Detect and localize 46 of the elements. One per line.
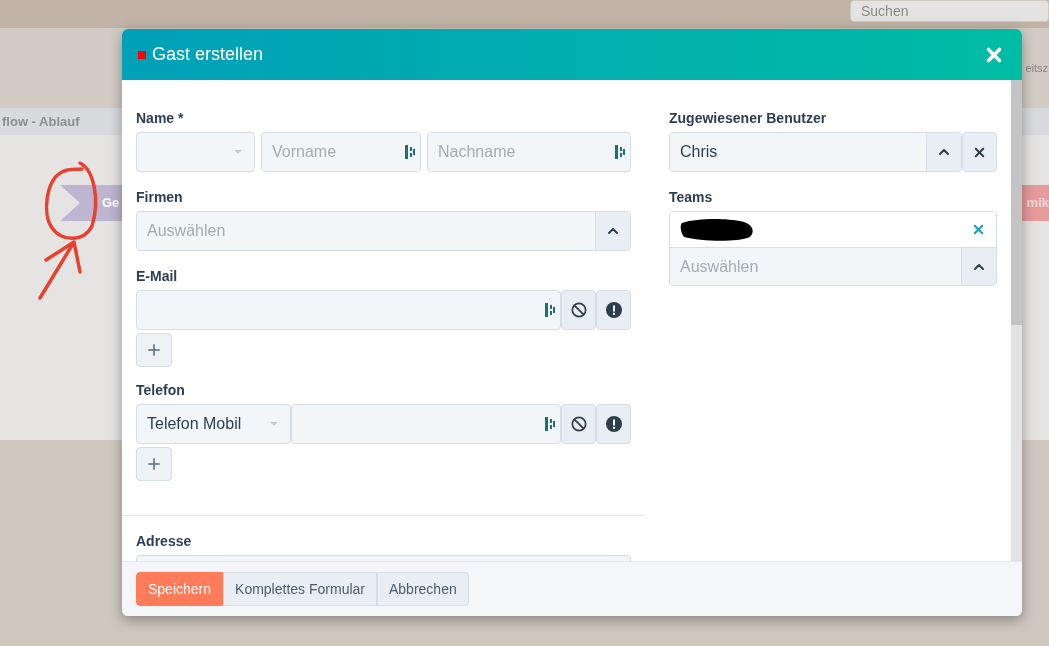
exclamation-icon: [605, 302, 622, 318]
select-placeholder: Auswählen: [146, 221, 227, 241]
square-icon: [138, 50, 146, 59]
field-label: Teams: [669, 190, 714, 204]
select-value: Chris: [679, 142, 719, 162]
section-title: flow - Ablauf: [2, 112, 80, 131]
block-icon: [570, 302, 587, 318]
caret-icon: [270, 422, 278, 426]
search-field[interactable]: Suchen: [850, 0, 1049, 22]
footer-button[interactable]: Komplettes Formular: [223, 572, 377, 606]
password-manager-icon[interactable]: [545, 417, 555, 431]
password-manager-icon[interactable]: [405, 145, 415, 159]
block-button[interactable]: [561, 404, 596, 444]
modal-title: Gast erstellen: [152, 43, 264, 66]
password-manager-icon[interactable]: [615, 145, 625, 159]
field-label: Adresse: [136, 534, 193, 548]
footer-button[interactable]: Abbrechen: [377, 572, 469, 606]
footer-button[interactable]: Speichern: [136, 572, 224, 606]
add-button[interactable]: [136, 333, 172, 367]
warning-button[interactable]: [596, 404, 631, 444]
add-button[interactable]: [136, 447, 172, 481]
caret-icon: [234, 150, 242, 154]
remove-icon: [971, 222, 986, 237]
teams-select[interactable]: Auswählen: [669, 211, 997, 286]
warning-button[interactable]: [596, 290, 631, 330]
clear-button[interactable]: [962, 132, 997, 172]
field-label: Telefon: [136, 383, 186, 397]
header-text: eitsz: [1025, 60, 1048, 76]
user-select[interactable]: Chris: [669, 132, 962, 172]
field-label: E-Mail: [136, 269, 179, 283]
select-placeholder: Auswählen: [679, 256, 760, 277]
email-field[interactable]: [136, 290, 561, 330]
phone-field[interactable]: [291, 404, 561, 444]
block-icon: [570, 416, 587, 432]
scrollbar[interactable]: [1011, 80, 1022, 561]
plus-icon: [145, 341, 163, 359]
field-label: Name *: [136, 111, 185, 125]
field-label: Zugewiesener Benutzer: [669, 111, 828, 125]
first-name-field[interactable]: Vorname: [261, 132, 421, 172]
last-name-field[interactable]: Nachname: [427, 132, 631, 172]
phone-type-select[interactable]: Telefon Mobil: [136, 404, 291, 444]
password-manager-icon[interactable]: [545, 303, 555, 317]
exclamation-icon: [605, 416, 622, 432]
block-button[interactable]: [561, 290, 596, 330]
plus-icon: [145, 455, 163, 473]
firms-select[interactable]: Auswählen: [136, 211, 631, 251]
